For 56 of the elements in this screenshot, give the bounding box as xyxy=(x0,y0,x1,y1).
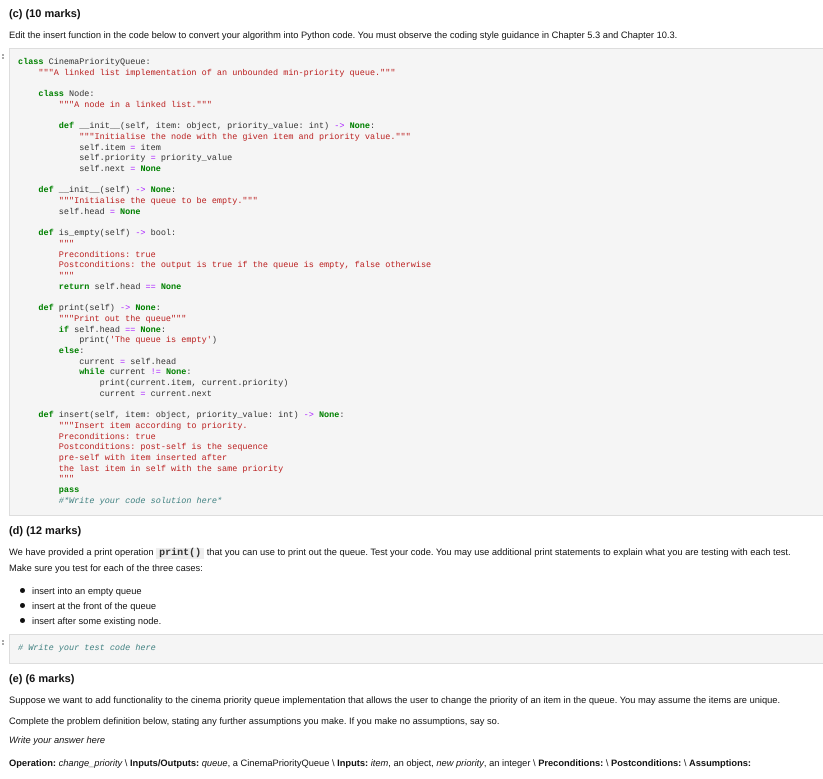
code-line: print(current.item, current.priority) xyxy=(98,378,288,389)
code-line: the last item in self with the same priority xyxy=(58,464,284,474)
answer-prompt: Write your answer here xyxy=(9,734,106,748)
drag-handle-icon[interactable] xyxy=(2,640,6,646)
code-line: """Insert item according to priority. xyxy=(58,420,248,432)
code-line: current = current.next xyxy=(98,388,212,400)
code-line: if self.head == None: xyxy=(58,324,166,336)
code-line: """A node in a linked list.""" xyxy=(58,100,212,110)
code-line: def insert(self, item: object, priority_value: int) -> None: xyxy=(37,409,344,421)
code-line: class Node: xyxy=(37,88,95,100)
code-line: print('The queue is empty') xyxy=(79,335,217,346)
code-line: """Initialise the node with the given item and priority value.""" xyxy=(78,132,411,143)
code-line: """ xyxy=(58,271,74,282)
code-line: Postconditions: post-self is the sequence xyxy=(58,442,268,453)
instruction-paragraph: We have provided a print operation print() that you can use to print out the queue. Test your code. You may use additional print statements to explain what you are testing with each test. Make sure you test for each of the three cases: xyxy=(9,546,792,576)
section-heading: (d) (12 marks) xyxy=(9,524,82,538)
bullet-text: insert after some existing node. xyxy=(32,616,162,626)
code-line: self.next = None xyxy=(78,164,161,175)
code-line: else: xyxy=(58,346,84,357)
bullet-icon xyxy=(20,588,25,594)
code-line: def __init__(self) -> None: xyxy=(37,184,176,196)
code-line: """Print out the queue""" xyxy=(58,314,186,324)
code-line: """Initialise the queue to be empty.""" xyxy=(58,196,258,207)
code-line: self.item = item xyxy=(78,142,161,154)
section-heading: (e) (6 marks) xyxy=(9,672,76,686)
code-line: self.head = None xyxy=(58,206,140,218)
code-line: current = self.head xyxy=(78,356,176,368)
drag-handle-icon[interactable] xyxy=(2,54,6,59)
code-cell[interactable]: # Write your test code here xyxy=(9,634,823,664)
code-line: pre-self with item inserted after xyxy=(58,452,228,464)
code-line: def is_empty(self) -> bool: xyxy=(37,227,176,239)
section-heading: (c) (10 marks) xyxy=(9,7,82,21)
code-line: def print(self) -> None: xyxy=(37,302,161,314)
code-line: pass xyxy=(58,485,80,496)
code-line: """ xyxy=(58,474,74,486)
code-line: def __init__(self, item: object, priority_value: int) -> None: xyxy=(58,120,376,132)
code-line: """ xyxy=(58,238,74,250)
problem-definition: Operation: change_priority \ Inputs/Outputs: queue, a CinemaPriorityQueue \ Inputs: item, an object, new priority, an integer \ Preconditions: \ Postconditions: \ Assumptions: xyxy=(9,757,752,770)
bullet-icon xyxy=(20,618,25,624)
instruction-paragraph: Complete the problem definition below, stating any further assumptions you make. If you make no assumptions, say so. xyxy=(9,715,500,728)
instruction-paragraph: Suppose we want to add functionality to the cinema priority queue implementation that allows the user to change the priority of an item in the queue. You may assume the items are unique. xyxy=(9,694,782,708)
code-line: Preconditions: true xyxy=(58,432,156,442)
code-line: #*Write your code solution here* xyxy=(58,496,222,506)
code-line: """A linked list implementation of an unbounded min-priority queue.""" xyxy=(37,68,396,78)
code-line: while current != None: xyxy=(78,367,192,378)
code-cell[interactable] xyxy=(9,48,823,516)
code-line: Preconditions: true xyxy=(58,250,156,260)
bullet-icon xyxy=(20,603,25,608)
instruction-paragraph: Edit the insert function in the code below to convert your algorithm into Python code. You must observe the coding style guidance in Chapter 5.3 and Chapter 10.3. xyxy=(9,29,678,42)
bullet-text: insert into an empty queue xyxy=(32,586,142,596)
code-line: return self.head == None xyxy=(58,282,182,292)
bullet-text: insert at the front of the queue xyxy=(32,600,156,611)
code-line: Postconditions: the output is true if the queue is empty, false otherwise xyxy=(58,260,432,271)
code-line: class CinemaPriorityQueue: xyxy=(18,57,151,68)
code-line: # Write your test code here xyxy=(18,643,156,654)
code-line: self.priority = priority_value xyxy=(78,153,232,164)
